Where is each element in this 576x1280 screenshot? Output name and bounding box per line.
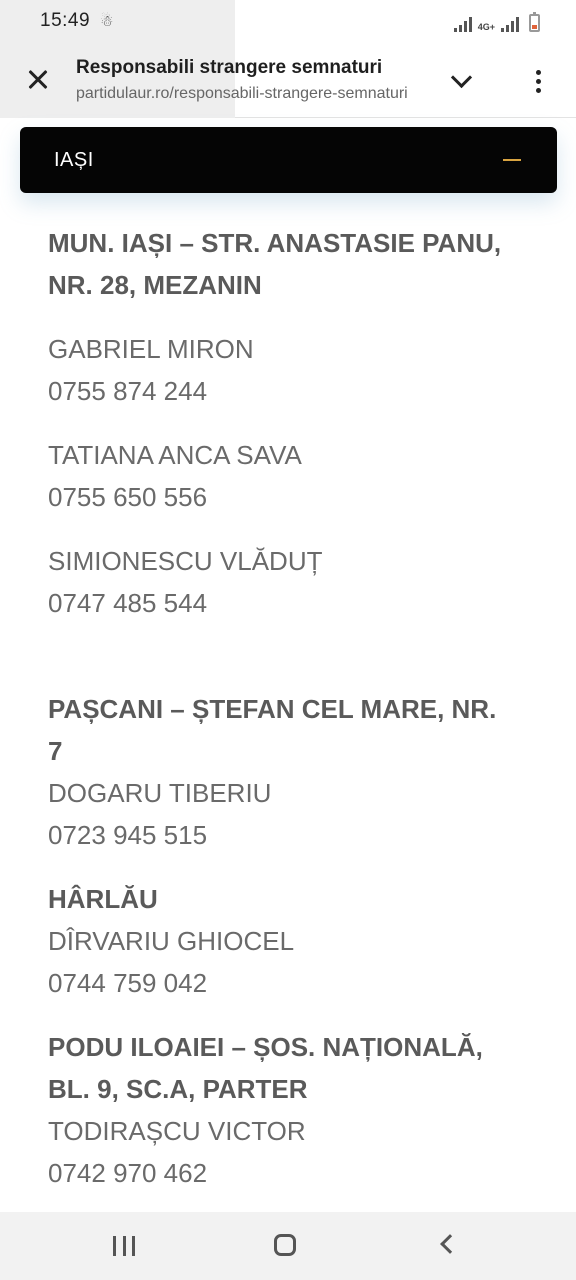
- address-line: HÂRLĂU: [48, 884, 158, 914]
- person-name: TODIRAȘCU VICTOR: [48, 1116, 306, 1146]
- chevron-down-icon[interactable]: [446, 66, 478, 94]
- page-url[interactable]: partidulaur.ro/responsabili-strangere-se…: [76, 85, 422, 103]
- battery-icon: [529, 12, 540, 32]
- more-options-icon[interactable]: [526, 64, 550, 98]
- person-name: TATIANA ANCA SAVA: [48, 440, 302, 470]
- close-icon[interactable]: [22, 64, 54, 96]
- person-name: GABRIEL MIRON: [48, 334, 254, 364]
- person-name: DOGARU TIBERIU: [48, 778, 272, 808]
- home-icon[interactable]: [274, 1234, 296, 1256]
- contact-block: HÂRLĂU DÎRVARIU GHIOCEL 0744 759 042: [48, 878, 548, 1004]
- back-icon[interactable]: [440, 1234, 460, 1254]
- person-phone[interactable]: 0755 650 556: [48, 476, 548, 518]
- person-name: DÎRVARIU GHIOCEL: [48, 926, 295, 956]
- minus-icon[interactable]: [503, 159, 521, 161]
- person-phone[interactable]: 0744 759 042: [48, 962, 548, 1004]
- cell-signal-icon: [501, 16, 519, 32]
- wifi-signal-icon: [453, 16, 472, 32]
- address-line: NR. 28, MEZANIN: [48, 270, 262, 300]
- person-phone[interactable]: 0742 970 462: [48, 1152, 548, 1194]
- person-name: SIMIONESCU VLĂDUȚ: [48, 546, 323, 576]
- status-bar: 15:49 ☃ 4G+: [0, 0, 576, 44]
- address-line: BL. 9, SC.A, PARTER: [48, 1074, 308, 1104]
- contact-block: PAȘCANI – ȘTEFAN CEL MARE, NR. 7 DOGARU …: [48, 688, 548, 856]
- contacts-list: MUN. IAȘI – STR. ANASTASIE PANU, NR. 28,…: [48, 222, 548, 1194]
- person-alert-icon: ☃: [100, 13, 114, 30]
- system-navigation-bar: [0, 1212, 576, 1280]
- person-phone[interactable]: 0755 874 244: [48, 370, 548, 412]
- contact-block: MUN. IAȘI – STR. ANASTASIE PANU, NR. 28,…: [48, 222, 548, 624]
- accordion-title: IAȘI: [54, 149, 94, 171]
- contact-block: PODU ILOAIEI – ȘOS. NAȚIONALĂ, BL. 9, SC…: [48, 1026, 548, 1194]
- browser-toolbar: Responsabili strangere semnaturi partidu…: [0, 44, 576, 118]
- status-indicators: 4G+: [453, 10, 540, 32]
- person-phone[interactable]: 0723 945 515: [48, 814, 548, 856]
- page-title: Responsabili strangere semnaturi: [76, 57, 383, 78]
- address-line: PODU ILOAIEI – ȘOS. NAȚIONALĂ,: [48, 1032, 483, 1062]
- address-line: MUN. IAȘI – STR. ANASTASIE PANU,: [48, 228, 502, 258]
- network-type-label: 4G+: [477, 22, 495, 32]
- status-time: 15:49: [40, 10, 91, 31]
- recent-apps-icon[interactable]: [113, 1236, 135, 1256]
- address-line: PAȘCANI – ȘTEFAN CEL MARE, NR.: [48, 694, 497, 724]
- address-line: 7: [48, 736, 63, 766]
- county-accordion-header[interactable]: IAȘI: [20, 127, 557, 193]
- person-phone[interactable]: 0747 485 544: [48, 582, 548, 624]
